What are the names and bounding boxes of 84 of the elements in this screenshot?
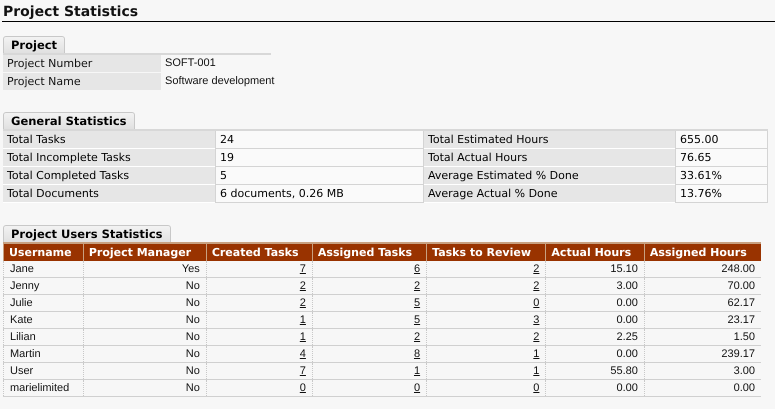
table-cell: 2.25 (546, 328, 644, 346)
stat-value: 33.61% (675, 167, 768, 185)
table-cell: 62.17 (644, 294, 761, 312)
table-cell: 23.17 (644, 312, 761, 328)
stat-value: 19 (215, 149, 424, 167)
table-cell: 0.00 (546, 380, 644, 396)
field-label: Project Name (3, 73, 161, 90)
count-link[interactable]: 1 (300, 331, 306, 343)
table-cell: 0.00 (546, 294, 644, 312)
count-link[interactable]: 5 (414, 297, 420, 309)
count-link[interactable]: 1 (533, 365, 540, 377)
count-link[interactable]: 2 (300, 297, 306, 309)
stat-value: 76.65 (675, 149, 768, 167)
count-link[interactable]: 2 (533, 331, 540, 343)
table-cell: 0.00 (546, 312, 644, 328)
stat-value: 24 (215, 131, 424, 149)
column-header: Assigned Hours (644, 243, 761, 261)
count-link[interactable]: 0 (414, 382, 420, 394)
field-label: Project Number (3, 55, 161, 72)
count-link[interactable]: 3 (533, 314, 540, 326)
field-value: Software development (164, 74, 276, 89)
stat-value: 6 documents, 0.26 MB (215, 185, 424, 203)
field-value: SOFT-001 (164, 56, 217, 71)
table-cell: 3.00 (546, 278, 644, 294)
stat-label: Total Tasks (3, 131, 215, 149)
table-cell: No (83, 294, 206, 312)
count-link[interactable]: 0 (300, 382, 306, 394)
table-cell: 3.00 (644, 362, 761, 380)
count-link[interactable]: 1 (533, 348, 540, 360)
count-link[interactable]: 1 (414, 365, 420, 377)
count-link[interactable]: 6 (414, 263, 420, 275)
table-cell: No (83, 312, 206, 328)
stat-label: Average Actual % Done (424, 185, 675, 203)
count-link[interactable]: 0 (533, 382, 540, 394)
table-cell: 239.17 (644, 346, 761, 362)
count-link[interactable]: 2 (414, 280, 420, 292)
column-header: Username (4, 243, 84, 261)
count-link[interactable]: 7 (300, 263, 306, 275)
stat-label: Total Actual Hours (424, 149, 675, 167)
count-link[interactable]: 8 (414, 348, 420, 360)
table-cell: No (83, 362, 206, 380)
stat-value: 13.76% (675, 185, 768, 203)
count-link[interactable]: 0 (533, 297, 540, 309)
table-cell: 70.00 (644, 278, 761, 294)
column-header: Project Manager (83, 243, 206, 261)
column-header: Created Tasks (206, 243, 312, 261)
table-cell: Martin (4, 346, 84, 362)
stat-label: Total Completed Tasks (3, 167, 215, 185)
stat-value: 5 (215, 167, 424, 185)
table-cell: 55.80 (546, 362, 644, 380)
page-title: Project Statistics (2, 4, 775, 22)
count-link[interactable]: 4 (300, 348, 306, 360)
count-link[interactable]: 1 (300, 314, 306, 326)
table-cell: Yes (83, 261, 206, 278)
table-cell: 248.00 (644, 261, 761, 278)
column-header: Actual Hours (546, 243, 644, 261)
table-cell: Jane (4, 261, 84, 278)
table-cell: No (83, 328, 206, 346)
table-cell: 15.10 (546, 261, 644, 278)
count-link[interactable]: 7 (300, 365, 306, 377)
count-link[interactable]: 2 (300, 280, 306, 292)
table-cell: marielimited (4, 380, 84, 396)
stat-label: Average Estimated % Done (424, 167, 675, 185)
table-cell: 0.00 (546, 346, 644, 362)
stat-label: Total Documents (3, 185, 215, 203)
count-link[interactable]: 5 (414, 314, 420, 326)
table-cell: User (4, 362, 84, 380)
column-header: Assigned Tasks (312, 243, 427, 261)
table-cell: Lilian (4, 328, 84, 346)
table-cell: No (83, 278, 206, 294)
table-cell: 0.00 (644, 380, 761, 396)
count-link[interactable]: 2 (414, 331, 420, 343)
table-cell: Julie (4, 294, 84, 312)
table-cell: Jenny (4, 278, 84, 294)
table-cell: No (83, 380, 206, 396)
table-cell: No (83, 346, 206, 362)
count-link[interactable]: 2 (533, 263, 540, 275)
stat-label: Total Incomplete Tasks (3, 149, 215, 167)
column-header: Tasks to Review (426, 243, 546, 261)
table-cell: 1.50 (644, 328, 761, 346)
count-link[interactable]: 2 (533, 280, 540, 292)
stat-label: Total Estimated Hours (424, 131, 675, 149)
table-cell: Kate (4, 312, 84, 328)
stat-value: 655.00 (675, 131, 768, 149)
